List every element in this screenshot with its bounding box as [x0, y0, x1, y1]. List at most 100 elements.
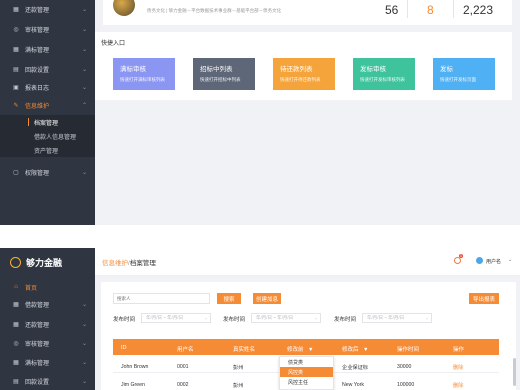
- chevron-down-icon: ⌄: [81, 301, 87, 308]
- sidebar-item-full-bid[interactable]: ▦ 满标管理 ⌄: [0, 353, 95, 371]
- col-action: 操作: [453, 347, 465, 353]
- user-avatar[interactable]: [476, 257, 483, 264]
- row2-delete-link[interactable]: 删除: [453, 382, 463, 389]
- col-time: 操作时间: [397, 347, 420, 353]
- profile-subtitle: 债务文化 | 够力金融－平台数据技术事业群－基础平台部－债务文化: [147, 8, 282, 13]
- sidebar-subitem-assets[interactable]: 资产管理: [0, 143, 95, 157]
- sidebar-item-full-bid[interactable]: ▦ 满标管理 ⌄: [0, 40, 95, 58]
- calendar-icon: ▫: [205, 315, 207, 321]
- breadcrumb-link[interactable]: 信息维护: [102, 260, 128, 267]
- quick-entry-title: 快捷入口: [101, 41, 126, 47]
- date-label-1: 发布时间: [113, 317, 136, 323]
- dropdown-option[interactable]: 债贷类: [280, 357, 333, 367]
- create-raise-button[interactable]: 创建加息: [253, 293, 281, 304]
- col-after[interactable]: 修改后 ▼: [342, 345, 369, 353]
- sidebar-item-report-log[interactable]: ▣ 报表日志 ⌄: [0, 78, 95, 96]
- home-icon: ⌂: [14, 284, 18, 290]
- col-real-name: 真实姓名: [233, 347, 256, 353]
- lock-icon: ▢: [13, 169, 19, 176]
- filter-dropdown: 债贷类 风控类 风控主任: [279, 356, 334, 390]
- grid-icon: ▦: [13, 301, 19, 308]
- sidebar-item-payback-settings[interactable]: ▤ 回款设置 ⌄: [0, 372, 95, 390]
- date-range-1[interactable]: 年/月/日 ~ 年/月/日 ▫: [141, 313, 211, 323]
- archive-frame: 够力金融 信息维护/档案管理 1 用户名 ⌄ ⌂ 首页 ▦ 借款管理 ⌄ ▦ 还…: [0, 248, 520, 390]
- chevron-up-icon: ⌃: [81, 102, 87, 109]
- sidebar-subitem-borrower-info[interactable]: 借款人信息管理: [0, 129, 95, 143]
- breadcrumb: 信息维护/档案管理: [102, 260, 156, 267]
- filter-icon[interactable]: ▼: [308, 347, 313, 353]
- row1-delete-link[interactable]: 删除: [453, 364, 463, 371]
- search-button[interactable]: 搜索: [217, 293, 241, 304]
- calendar-icon: ▣: [13, 84, 19, 91]
- sidebar-item-repayment[interactable]: ▦ 还款管理 ⌄: [0, 0, 95, 18]
- search-input[interactable]: [113, 293, 210, 304]
- check-circle-icon: ◎: [13, 26, 19, 33]
- chevron-down-icon: ⌄: [81, 46, 87, 53]
- quick-card-issue-bid[interactable]: 发标 快速打开发标页面: [433, 58, 495, 90]
- breadcrumb-current: 档案管理: [129, 260, 156, 267]
- chevron-down-icon[interactable]: ⌄: [508, 257, 512, 263]
- sidebar-item-payback-settings[interactable]: ▤ 回款设置 ⌄: [0, 60, 95, 78]
- sidebar: ▦ 还款管理 ⌄ ◎ 审核管理 ⌄ ▦ 满标管理 ⌄ ▤ 回款设置 ⌄ ▣ 报表…: [0, 0, 95, 225]
- chevron-down-icon: ⌄: [81, 378, 87, 385]
- grid-icon: ▦: [13, 359, 19, 366]
- export-report-button[interactable]: 导出报表: [469, 293, 499, 304]
- brand-bar: 够力金融: [0, 248, 95, 276]
- sidebar-item-loans[interactable]: ▦ 借款管理 ⌄: [0, 295, 95, 313]
- stat-divider: [407, 0, 408, 18]
- sidebar-item-info-maintenance[interactable]: ✎ 信息维护 ⌃: [0, 96, 95, 114]
- quick-card-bidding-list[interactable]: 招标中列表 快速打开招标中列表: [193, 58, 255, 90]
- date-label-2: 发布时间: [223, 317, 246, 323]
- stat-value-2: 8: [427, 3, 434, 17]
- filter-icon[interactable]: ▼: [363, 347, 368, 353]
- header-bar: 信息维护/档案管理 1 用户名 ⌄: [95, 248, 520, 276]
- row2-name: 彭州: [233, 383, 244, 389]
- sidebar-item-home[interactable]: ⌂ 首页: [0, 278, 95, 296]
- calendar-icon: ▫: [315, 315, 317, 321]
- row1-id: John Brown: [121, 364, 149, 370]
- row2-user: 0002: [177, 382, 189, 388]
- calendar-icon: ▫: [426, 315, 428, 321]
- document-icon: ▤: [13, 378, 19, 385]
- brand-name: 够力金融: [26, 257, 63, 268]
- check-circle-icon: ◎: [13, 340, 19, 347]
- chevron-down-icon: ⌄: [81, 26, 87, 33]
- quick-card-full-bid-audit[interactable]: 满标审核 快速打开满标审核列表: [113, 58, 175, 90]
- row2-after: New York: [342, 382, 364, 388]
- bell-icon[interactable]: [454, 257, 461, 264]
- profile-card: 债务文化 | 够力金融－平台数据技术事业群－基础平台部－债务文化 56 8 2,…: [103, 0, 512, 25]
- sidebar-item-audit[interactable]: ◎ 审核管理 ⌄: [0, 334, 95, 352]
- notification-badge: 1: [459, 254, 463, 258]
- avatar: [113, 0, 135, 16]
- date-label-3: 发布时间: [334, 317, 357, 323]
- chevron-down-icon: ⌄: [81, 321, 87, 328]
- logo-icon: [10, 256, 21, 268]
- chevron-down-icon: ⌄: [81, 66, 87, 73]
- sidebar-item-repayment[interactable]: ▦ 还款管理 ⌄: [0, 315, 95, 333]
- grid-icon: ▦: [13, 6, 19, 13]
- date-range-3[interactable]: 年/月/日 ~ 年/月/日 ▫: [362, 313, 432, 323]
- dropdown-option[interactable]: 风控主任: [280, 377, 333, 387]
- row2-id: Jim Green: [121, 382, 145, 388]
- row1-user: 0001: [177, 364, 189, 370]
- col-before[interactable]: 修改前 ▼: [287, 345, 314, 353]
- quick-card-issue-audit[interactable]: 发标审核 快速打开发标审核列表: [353, 58, 415, 90]
- user-name[interactable]: 用户名: [486, 258, 501, 265]
- chevron-down-icon: ⌄: [81, 359, 87, 366]
- dropdown-option-selected[interactable]: 风控类: [280, 367, 333, 377]
- sidebar-item-permissions[interactable]: ▢ 权限管理 ⌄: [0, 163, 95, 181]
- quick-card-pending-repayment[interactable]: 待还款列表 快速打开待还款列表: [273, 58, 335, 90]
- row1-after: 企业保证标: [342, 365, 368, 371]
- chevron-down-icon: ⌄: [81, 169, 87, 176]
- sidebar-item-audit[interactable]: ◎ 审核管理 ⌄: [0, 20, 95, 38]
- chevron-down-icon: ⌄: [81, 340, 87, 347]
- date-range-2[interactable]: 年/月/日 ~ 年/月/日 ▫: [251, 313, 321, 323]
- scrollbar[interactable]: [513, 358, 516, 386]
- sidebar-subitem-archive[interactable]: 档案管理: [0, 115, 95, 129]
- stat-divider: [453, 0, 454, 18]
- row1-name: 彭州: [233, 365, 244, 371]
- dashboard-frame: ▦ 还款管理 ⌄ ◎ 审核管理 ⌄ ▦ 满标管理 ⌄ ▤ 回款设置 ⌄ ▣ 报表…: [0, 0, 520, 225]
- col-id: ID: [121, 345, 127, 351]
- chevron-down-icon: ⌄: [81, 6, 87, 13]
- grid-icon: ▦: [13, 46, 19, 53]
